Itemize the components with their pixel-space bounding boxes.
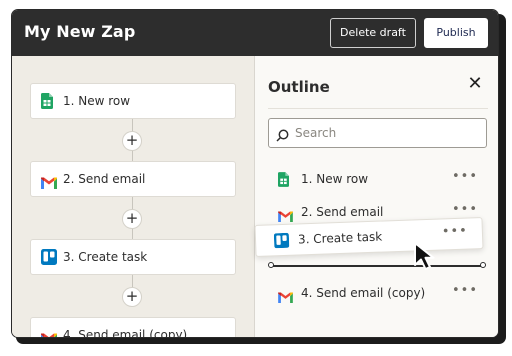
zap-title[interactable]: My New Zap	[24, 21, 135, 43]
google-sheets-icon	[41, 93, 53, 113]
outline-item-label: 2. Send email	[301, 205, 384, 219]
header-bar: My New Zap Delete draft Publish	[12, 10, 498, 56]
trello-icon	[273, 232, 290, 253]
more-options-icon[interactable]: •••	[442, 224, 469, 240]
outline-item-label: 4. Send email (copy)	[301, 286, 426, 300]
more-options-icon[interactable]: •••	[452, 169, 478, 184]
outline-item-label: 3. Create task	[297, 229, 383, 247]
close-icon[interactable]: ✕	[467, 75, 483, 93]
more-options-icon[interactable]: •••	[452, 283, 478, 298]
gmail-icon	[41, 330, 57, 337]
workflow-canvas: 1. New row + 2. Send email + 3. Create t…	[12, 56, 254, 338]
step-label: 2. Send email	[63, 172, 146, 186]
trello-icon	[41, 249, 57, 269]
outline-item-send-email-copy[interactable]: 4. Send email (copy) •••	[268, 282, 488, 306]
gmail-icon	[278, 288, 293, 307]
outline-item-label: 1. New row	[301, 172, 369, 186]
zap-editor-window: My New Zap Delete draft Publish 1. New r…	[11, 9, 499, 338]
more-options-icon[interactable]: •••	[452, 202, 478, 217]
mouse-pointer-icon	[413, 241, 439, 275]
step-label: 4. Send email (copy)	[63, 328, 188, 338]
search-icon	[276, 127, 289, 146]
search-placeholder: Search	[295, 126, 337, 140]
outline-title: Outline	[268, 78, 330, 96]
step-label: 3. Create task	[63, 250, 148, 264]
delete-draft-button[interactable]: Delete draft	[330, 18, 416, 48]
drop-indicator-line	[271, 265, 483, 267]
step-label: 1. New row	[63, 94, 131, 108]
canvas-step-create-task[interactable]: 3. Create task	[30, 239, 236, 275]
add-step-button[interactable]: +	[122, 131, 142, 151]
search-input[interactable]: Search	[268, 118, 487, 148]
outline-item-new-row[interactable]: 1. New row •••	[268, 168, 488, 192]
canvas-step-send-email[interactable]: 2. Send email	[30, 161, 236, 197]
drop-indicator-end	[480, 262, 486, 268]
google-sheets-icon	[278, 172, 289, 191]
canvas-step-new-row[interactable]: 1. New row	[30, 83, 236, 119]
gmail-icon	[41, 174, 57, 193]
panel-separator	[268, 108, 488, 109]
add-step-button[interactable]: +	[122, 209, 142, 229]
publish-button[interactable]: Publish	[424, 18, 488, 48]
add-step-button[interactable]: +	[122, 287, 142, 307]
canvas-step-send-email-copy[interactable]: 4. Send email (copy)	[30, 317, 236, 338]
outline-panel: Outline ✕ Search 1. New row ••• 2. Send …	[255, 56, 498, 337]
drop-indicator-start	[268, 262, 274, 268]
